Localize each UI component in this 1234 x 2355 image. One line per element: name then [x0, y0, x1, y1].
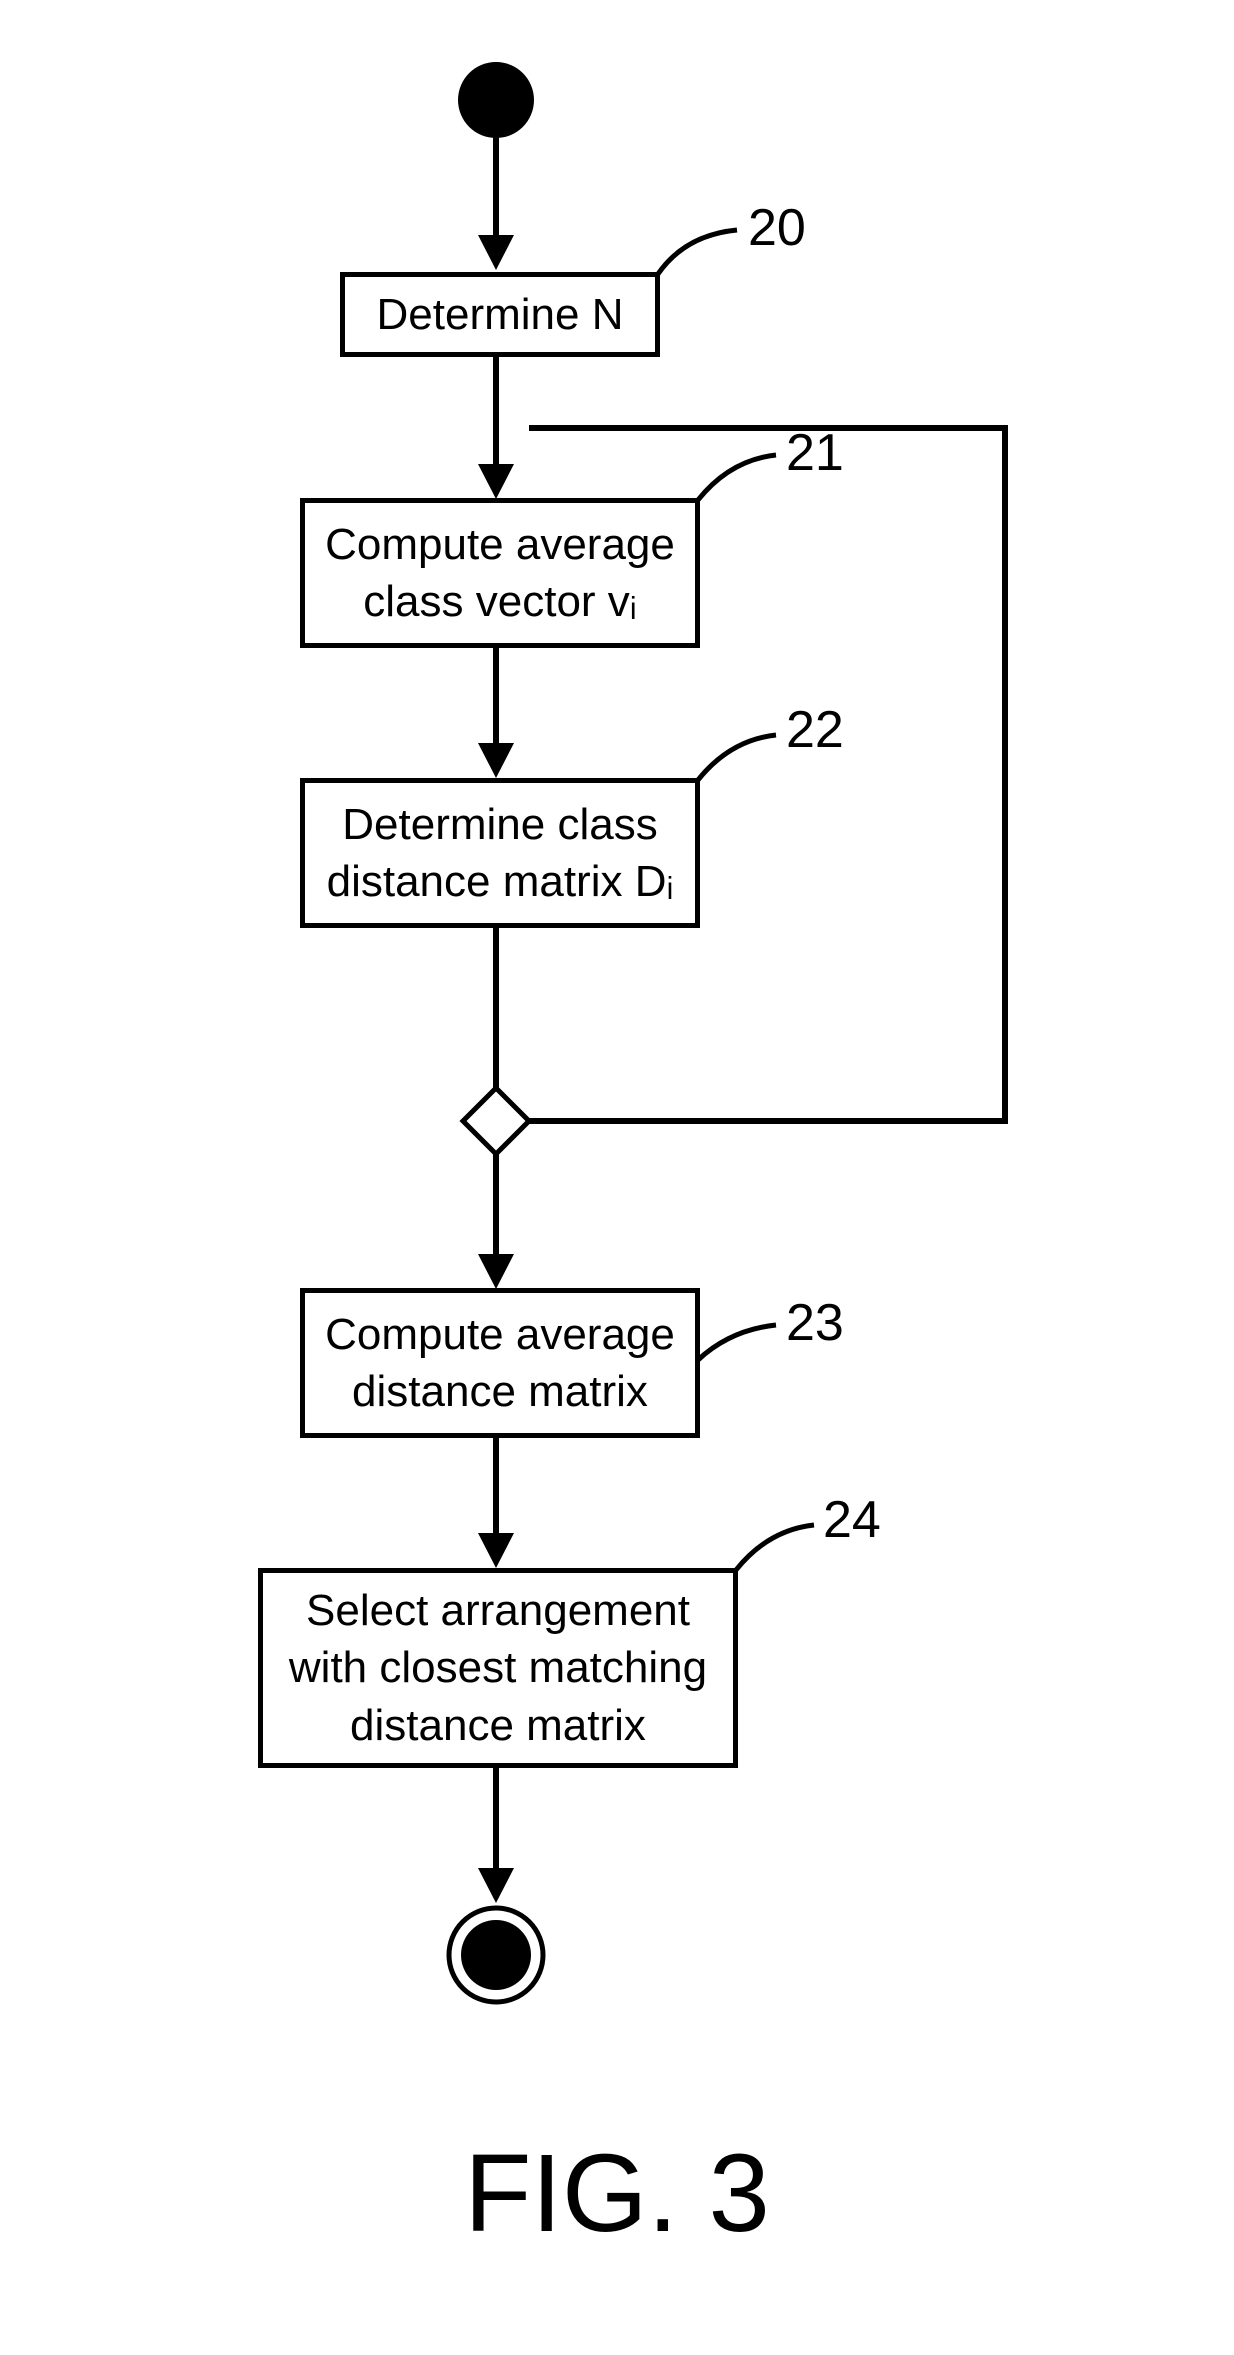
line-22-to-decision: [490, 928, 790, 1078]
step-24-ref: 24: [823, 1490, 881, 1550]
step-22-box: Determine class distance matrix Dᵢ: [300, 778, 700, 928]
end-node: [446, 1905, 746, 2055]
step-23-box: Compute average distance matrix: [300, 1288, 700, 1438]
step-22-text: Determine class distance matrix Dᵢ: [325, 796, 675, 910]
step-20-ref: 20: [748, 198, 806, 258]
arrow-24-to-end: [490, 1768, 790, 1918]
step-20-box: Determine N: [340, 272, 660, 357]
step-24-text: Select arrangement with closest matching…: [283, 1582, 713, 1754]
step-20-text: Determine N: [377, 286, 624, 343]
step-23-text: Compute average distance matrix: [325, 1306, 675, 1420]
loop-back-line: [525, 425, 825, 575]
arrow-decision-to-23: [490, 1154, 790, 1304]
step-24-box: Select arrangement with closest matching…: [258, 1568, 738, 1768]
step-22-ref: 22: [786, 700, 844, 760]
step-23-ref: 23: [786, 1293, 844, 1353]
figure-label: FIG. 3: [464, 2130, 770, 2257]
